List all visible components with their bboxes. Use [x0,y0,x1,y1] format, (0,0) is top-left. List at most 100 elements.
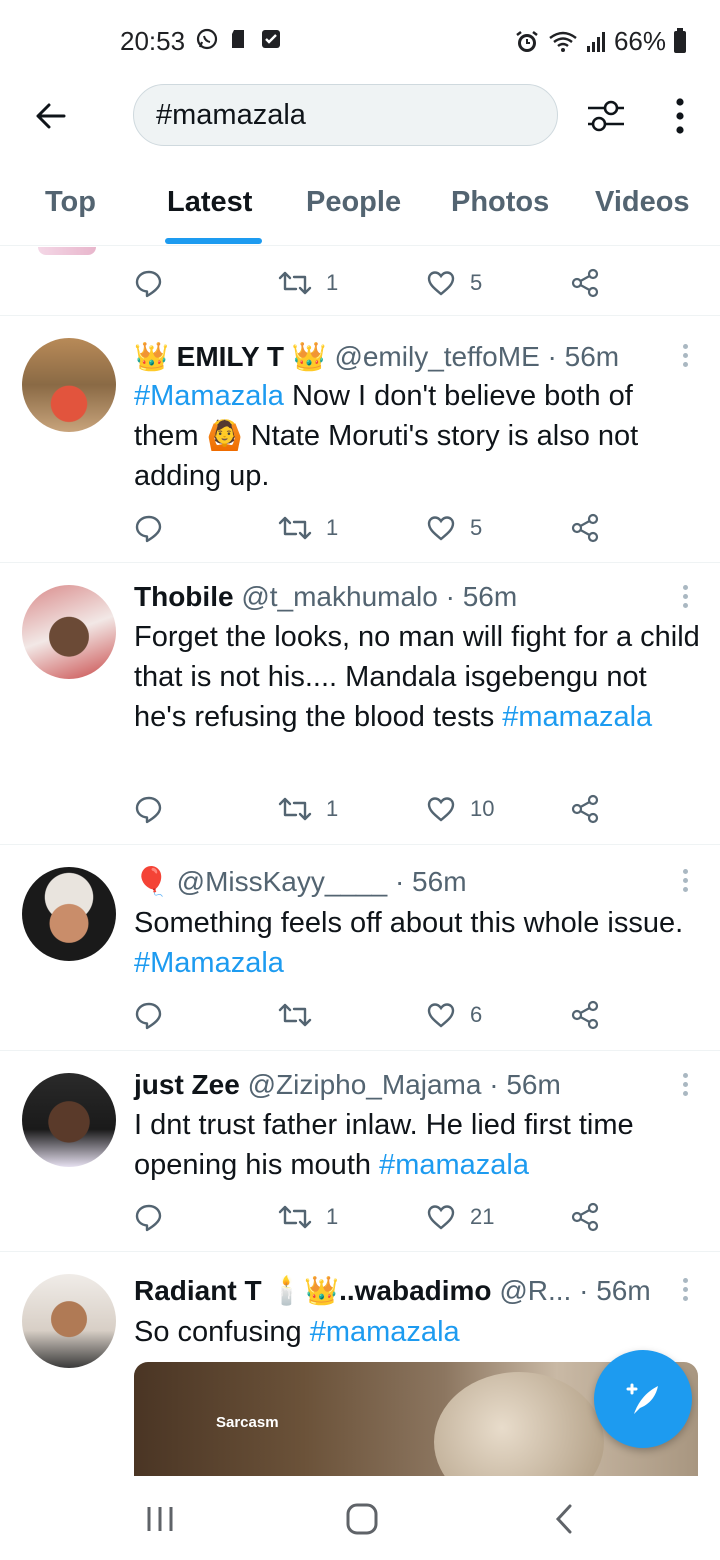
reply-button[interactable] [134,1197,164,1237]
compose-tweet-button[interactable] [594,1350,692,1448]
share-icon [571,794,599,824]
home-button[interactable] [342,1502,382,1536]
user-handle[interactable]: @R... [499,1275,571,1306]
tab-photos[interactable]: Photos [451,186,549,219]
tweet-actions: 1 5 [134,508,614,548]
wifi-icon [549,31,577,52]
display-name[interactable]: just Zee [134,1069,240,1100]
media-caption: Sarcasm [216,1414,279,1431]
hashtag-link[interactable]: #mamazala [379,1149,529,1181]
reply-button[interactable] [134,995,164,1035]
share-button[interactable] [570,263,600,303]
reply-icon [135,515,162,543]
share-button[interactable] [570,508,600,548]
reply-button[interactable] [134,789,164,829]
heart-icon [427,1205,455,1230]
like-button[interactable]: 21 [426,1197,494,1237]
hashtag-link[interactable]: #Mamazala [134,380,284,412]
back-button[interactable] [28,94,72,138]
like-count: 10 [470,796,495,821]
retweet-button[interactable] [278,995,326,1035]
retweet-count: 1 [326,515,339,540]
compose-feather-icon [626,1383,658,1414]
tweet[interactable]: Thobile @t_makhumalo · 56m Forget the lo… [0,562,720,844]
user-handle[interactable]: @Zizipho_Majama [248,1069,482,1100]
hashtag-link[interactable]: #mamazala [502,701,652,733]
system-navigation-bar [0,1476,720,1560]
tweet-menu-button[interactable] [680,585,690,609]
reply-button[interactable] [134,508,164,548]
tweet-menu-button[interactable] [680,869,690,893]
status-notification-icons [196,28,282,50]
arrow-left-icon [36,103,66,129]
tweet-time: · 56m [579,1275,651,1306]
retweet-icon [278,1205,312,1229]
like-button[interactable]: 6 [426,995,482,1035]
retweet-icon [278,797,312,821]
avatar[interactable] [22,1274,116,1368]
hashtag-link[interactable]: #mamazala [310,1316,460,1348]
tweet[interactable]: just Zee @Zizipho_Majama · 56m I dnt tru… [0,1050,720,1251]
tab-people[interactable]: People [306,186,401,219]
retweet-button[interactable]: 1 [278,789,338,829]
tab-top[interactable]: Top [45,186,96,219]
retweet-button[interactable]: 1 [278,508,338,548]
user-handle[interactable]: @emily_teffoME [334,341,539,372]
tweet-header: 🎈 @MissKayy____ · 56m [134,865,467,898]
retweet-count: 1 [326,796,339,821]
system-back-button[interactable] [544,1502,584,1536]
display-name[interactable]: Radiant T 🕯️👑..wabadimo [134,1275,492,1306]
more-options-button[interactable] [664,94,696,138]
tweet-actions: 1 21 [134,1197,614,1237]
reply-icon [135,270,162,298]
home-icon [346,1503,378,1535]
search-box[interactable] [133,84,558,146]
heart-icon [427,1003,455,1028]
reply-button[interactable] [134,263,164,303]
share-button[interactable] [570,995,600,1035]
share-icon [571,1000,599,1030]
display-name[interactable]: 🎈 [134,866,169,897]
retweet-button[interactable]: 1 [278,263,338,303]
display-name[interactable]: 👑 EMILY T 👑 [134,341,327,372]
like-button[interactable]: 5 [426,508,482,548]
status-system-icons: 66% [514,26,686,57]
hashtag-link[interactable]: #Mamazala [134,947,284,979]
share-button[interactable] [570,1197,600,1237]
tweet[interactable]: 🎈 @MissKayy____ · 56m Something feels of… [0,844,720,1050]
battery-percentage: 66% [613,26,666,56]
partial-tweet[interactable]: 1 5 [0,247,720,315]
avatar[interactable] [22,585,116,679]
tweet-menu-button[interactable] [680,344,690,368]
user-handle[interactable]: @t_makhumalo [241,581,438,612]
avatar[interactable] [22,1073,116,1167]
heart-icon [427,516,455,541]
tweet-menu-button[interactable] [680,1278,690,1302]
share-button[interactable] [570,789,600,829]
tweet-text: #Mamazala Now I don't believe both of th… [134,380,639,492]
search-filter-button[interactable] [584,96,628,136]
sd-card-icon [232,30,244,48]
tweet-header: Radiant T 🕯️👑..wabadimo @R... · 56m [134,1274,651,1307]
display-name[interactable]: Thobile [134,581,234,612]
avatar[interactable] [22,338,116,432]
status-bar: 20:53 66% [0,0,720,84]
tweet-time: · 56m [445,581,518,612]
tweet-menu-button[interactable] [680,1073,690,1097]
retweet-button[interactable]: 1 [278,1197,338,1237]
reply-icon [135,1002,162,1030]
like-button[interactable]: 5 [426,263,482,303]
like-button[interactable]: 10 [426,789,494,829]
reply-icon [135,1204,162,1232]
tab-videos[interactable]: Videos [595,186,690,219]
recent-apps-button[interactable] [140,1502,180,1536]
user-handle[interactable]: @MissKayy____ [177,866,388,897]
like-count: 5 [470,270,483,295]
share-icon [571,268,599,298]
avatar[interactable] [22,867,116,961]
tweet-header: just Zee @Zizipho_Majama · 56m [134,1069,561,1101]
tweet[interactable]: 👑 EMILY T 👑 @emily_teffoME · 56m #Mamaza… [0,315,720,562]
tab-latest[interactable]: Latest [167,186,252,219]
reply-icon [135,796,162,824]
search-input[interactable] [134,85,557,145]
